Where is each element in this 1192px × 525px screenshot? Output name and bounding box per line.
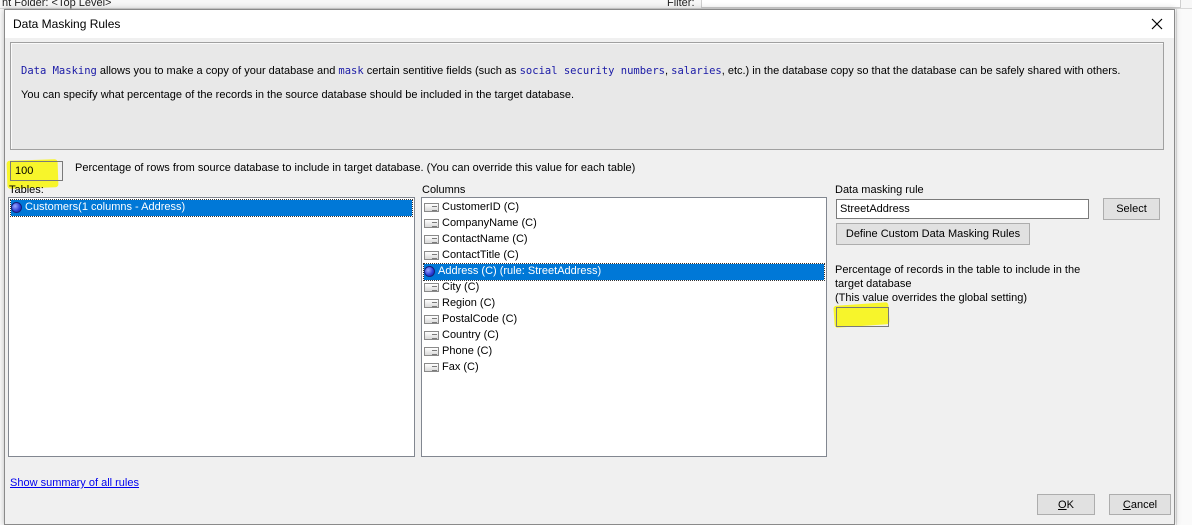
column-row-label: Country (C) <box>442 329 499 341</box>
column-row-label: PostalCode (C) <box>442 313 518 325</box>
tables-label: Tables: <box>9 184 44 196</box>
description-text: certain sentitive fields (such as <box>363 65 520 77</box>
table-percentage-label-2: target database <box>835 278 912 290</box>
background-filter-label: Filter: <box>667 0 695 9</box>
table-percentage-input[interactable] <box>836 307 889 327</box>
column-row[interactable]: Fax (C) <box>424 360 479 376</box>
select-button[interactable]: Select <box>1103 198 1160 220</box>
field-icon <box>424 282 439 292</box>
show-summary-link[interactable]: Show summary of all rules <box>10 477 139 489</box>
column-row-label: Address (C) (rule: StreetAddress) <box>438 265 602 277</box>
field-icon <box>424 298 439 308</box>
column-row-label: CompanyName (C) <box>442 217 537 229</box>
column-row[interactable]: ContactTitle (C) <box>424 248 519 264</box>
bullet-icon <box>424 265 435 277</box>
tables-listbox[interactable]: Customers(1 columns - Address) <box>8 197 415 457</box>
keyword-salaries: salaries <box>671 65 722 77</box>
table-percentage-label-1: Percentage of records in the table to in… <box>835 264 1081 276</box>
dialog-title: Data Masking Rules <box>13 17 121 31</box>
global-percentage-label: Percentage of rows from source database … <box>75 162 636 174</box>
cancel-button[interactable]: Cancel <box>1109 494 1171 515</box>
ok-button[interactable]: OK <box>1037 494 1095 515</box>
dialog-titlebar: Data Masking Rules <box>5 10 1174 38</box>
description-line-2: You can specify what percentage of the r… <box>21 89 575 101</box>
background-folder-label: nt Folder: <Top Level> <box>2 0 112 9</box>
column-row[interactable]: City (C) <box>424 280 479 296</box>
description-line-1: Data Masking allows you to make a copy o… <box>21 65 1120 77</box>
column-row-label: City (C) <box>442 281 480 293</box>
keyword-ssn: social security numbers <box>519 65 666 77</box>
column-row[interactable]: PostalCode (C) <box>424 312 517 328</box>
column-row[interactable]: Phone (C) <box>424 344 492 360</box>
field-icon <box>424 218 439 228</box>
field-icon <box>424 330 439 340</box>
column-row[interactable]: CompanyName (C) <box>424 216 537 232</box>
background-right-edge <box>1176 9 1192 525</box>
close-button[interactable] <box>1140 10 1174 38</box>
column-row-label: ContactTitle (C) <box>442 249 519 261</box>
columns-listbox[interactable]: CustomerID (C) CompanyName (C) ContactNa… <box>421 197 827 457</box>
field-icon <box>424 362 439 372</box>
field-icon <box>424 250 439 260</box>
columns-label: Columns <box>422 184 466 196</box>
description-panel: Data Masking allows you to make a copy o… <box>10 42 1164 150</box>
table-row-label: Customers(1 columns - Address) <box>25 201 186 213</box>
keyword-data-masking: Data Masking <box>21 65 97 77</box>
field-icon <box>424 346 439 356</box>
column-row[interactable]: ContactName (C) <box>424 232 528 248</box>
masking-rule-input[interactable] <box>836 199 1089 219</box>
define-custom-rules-button[interactable]: Define Custom Data Masking Rules <box>836 223 1030 245</box>
masking-rule-label: Data masking rule <box>835 184 924 196</box>
background-filter-input <box>701 0 1181 8</box>
column-row-label: ContactName (C) <box>442 233 528 245</box>
column-row-selected[interactable]: Address (C) (rule: StreetAddress) <box>423 263 825 281</box>
column-row[interactable]: Country (C) <box>424 328 499 344</box>
data-masking-dialog: Data Masking Rules Data Masking allows y… <box>4 9 1175 525</box>
bullet-icon <box>11 201 22 213</box>
column-row[interactable]: Region (C) <box>424 296 495 312</box>
description-text: , etc.) in the database copy so that the… <box>721 65 1121 77</box>
column-row-label: Fax (C) <box>442 361 479 373</box>
field-icon <box>424 234 439 244</box>
column-row-label: Phone (C) <box>442 345 493 357</box>
field-icon <box>424 202 439 212</box>
field-icon <box>424 314 439 324</box>
description-text: allows you to make a copy of your databa… <box>96 65 339 77</box>
column-row-label: CustomerID (C) <box>442 201 520 213</box>
close-icon <box>1151 18 1163 30</box>
table-percentage-label-3: (This value overrides the global setting… <box>835 292 1027 304</box>
keyword-mask: mask <box>338 65 364 77</box>
column-row[interactable]: CustomerID (C) <box>424 200 519 216</box>
table-row[interactable]: Customers(1 columns - Address) <box>10 199 413 217</box>
column-row-label: Region (C) <box>442 297 496 309</box>
global-percentage-input[interactable] <box>10 161 63 181</box>
